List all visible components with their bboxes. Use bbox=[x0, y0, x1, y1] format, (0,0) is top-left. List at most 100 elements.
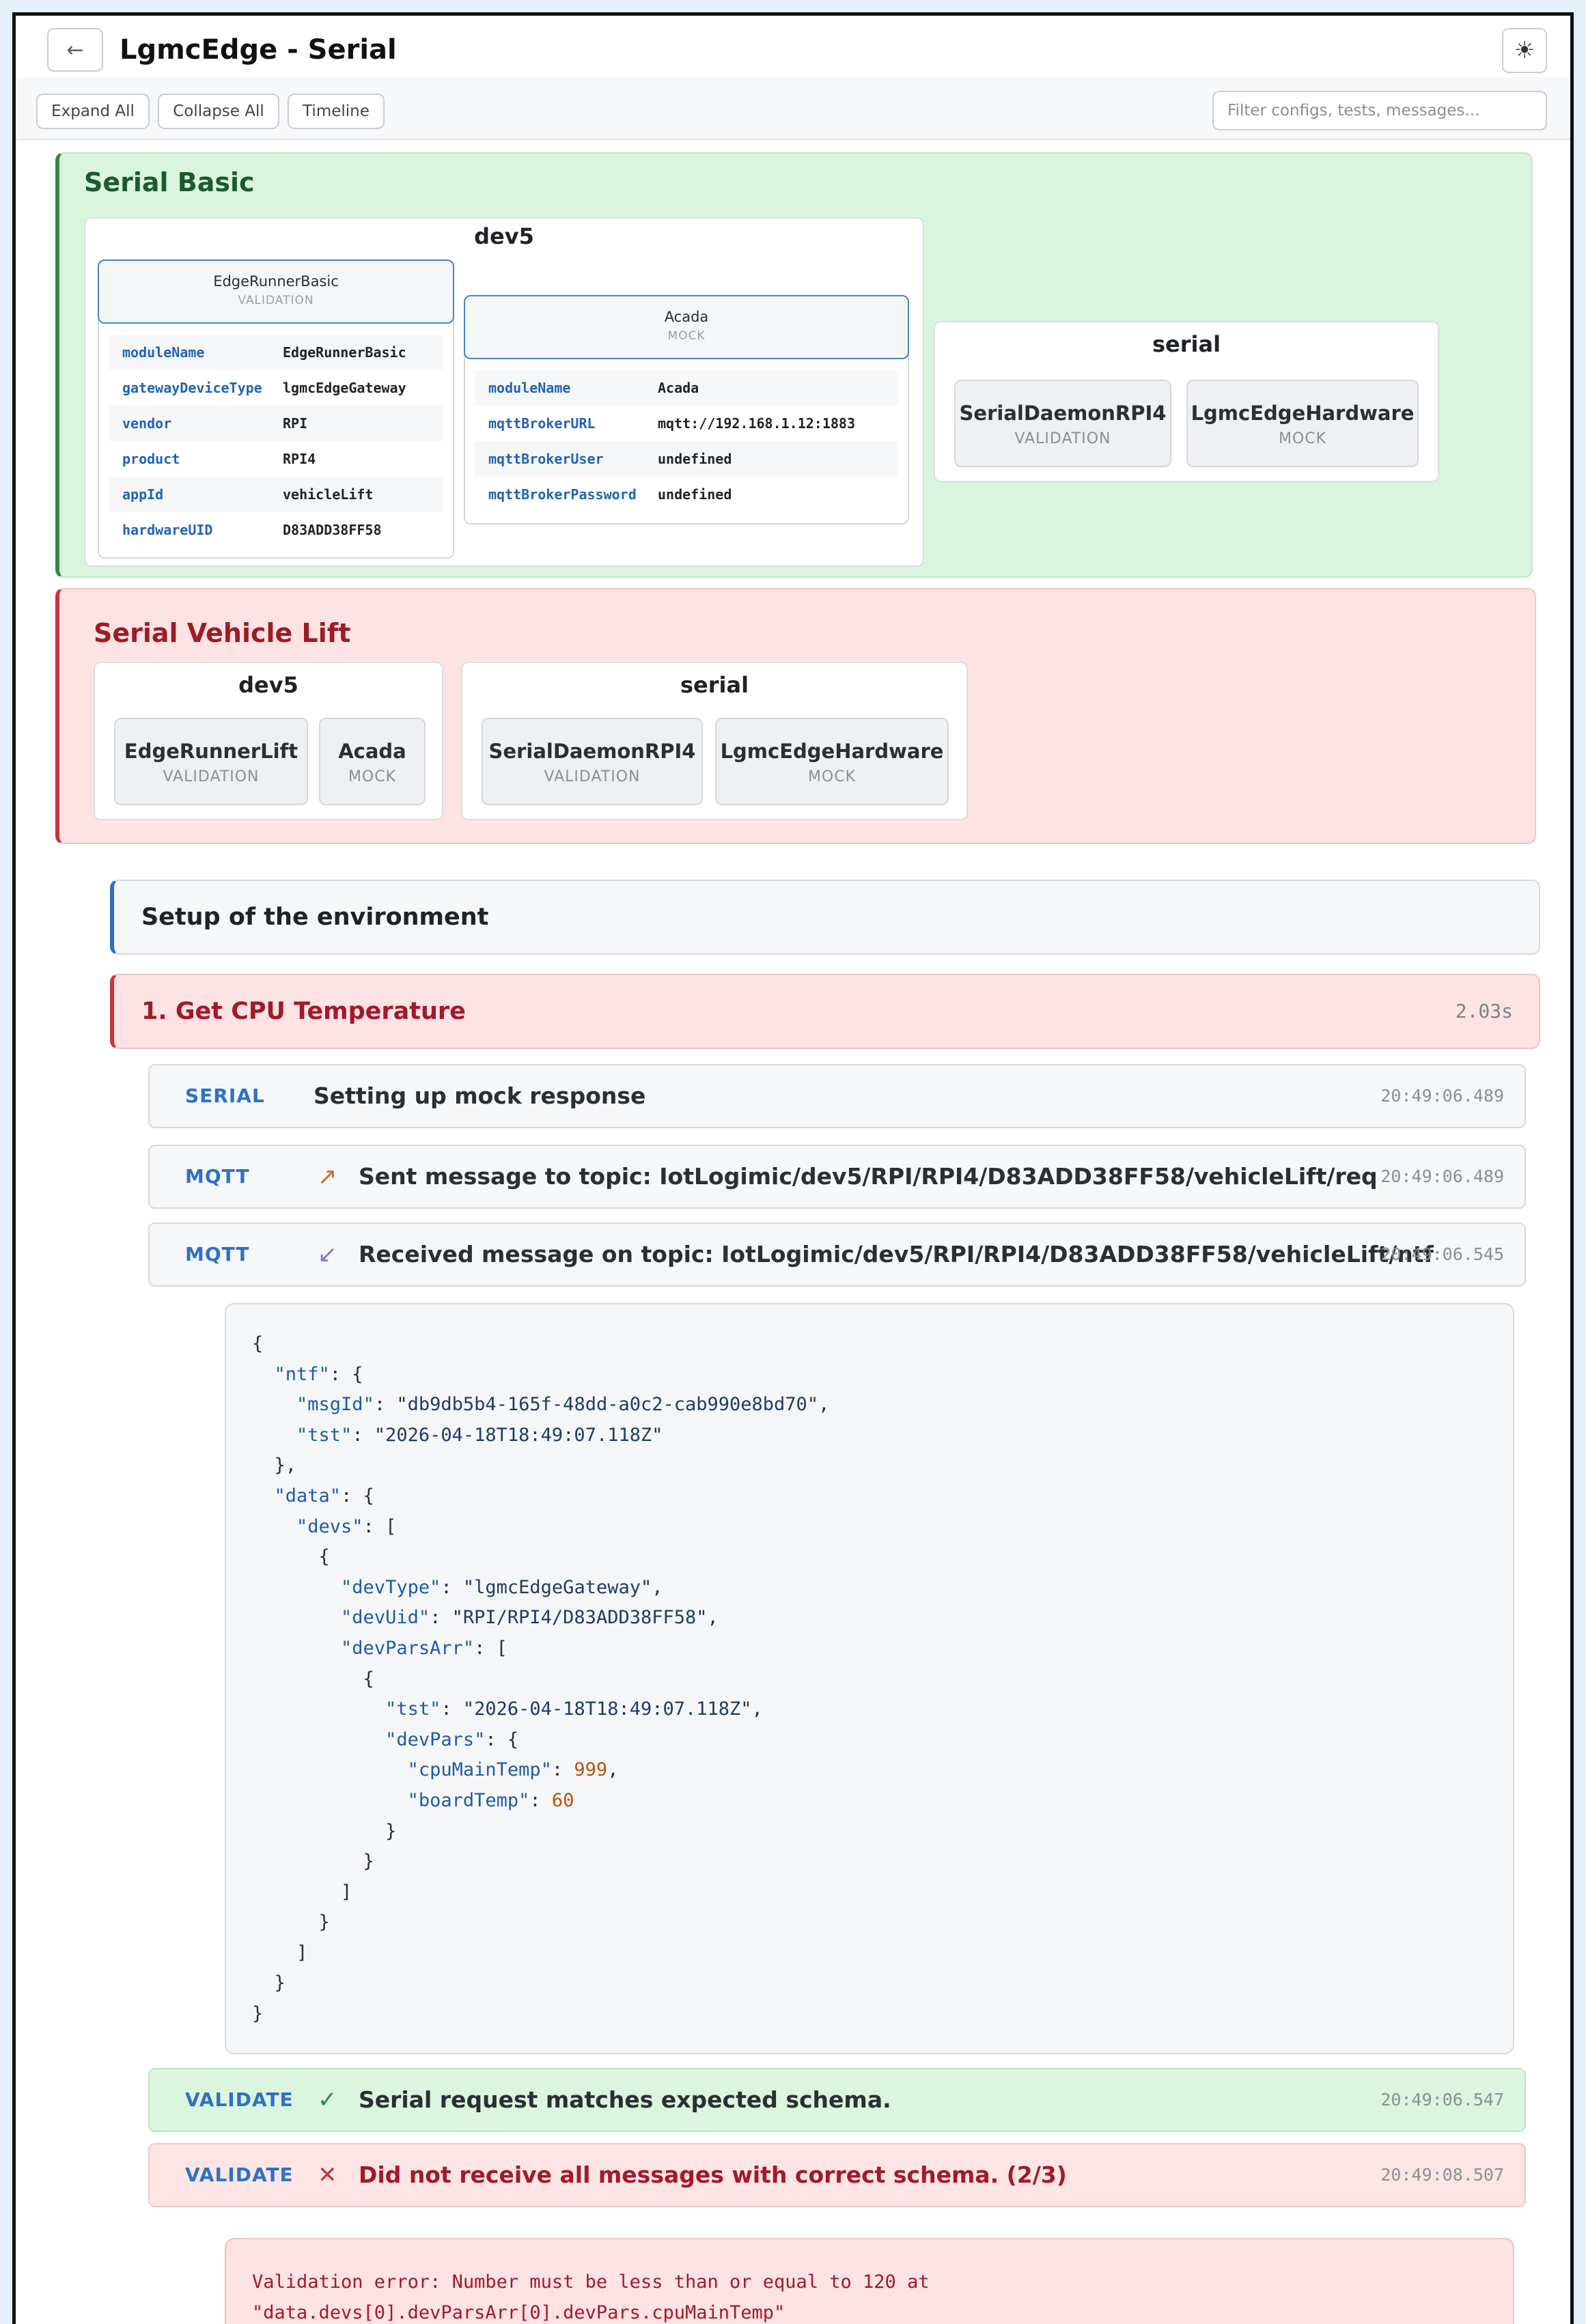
app-window: ← LgmcEdge - Serial ☀ Expand All Collaps… bbox=[12, 12, 1574, 2324]
config-row: mqttBrokerURL mqtt://192.168.1.12:1883 bbox=[475, 406, 898, 441]
device-card-dev5: dev5 EdgeRunnerBasic VALIDATION moduleNa… bbox=[84, 217, 924, 567]
module-type: MOCK bbox=[348, 768, 397, 785]
module-type: MOCK bbox=[1278, 430, 1327, 447]
module-name: Acada bbox=[338, 740, 406, 763]
step-text: Setting up mock response bbox=[314, 1082, 646, 1109]
config-row: mqttBrokerUser undefined bbox=[475, 441, 898, 477]
step-tag: MQTT bbox=[185, 1165, 250, 1188]
step-text: Did not receive all messages with correc… bbox=[359, 2161, 1067, 2188]
step-tag: SERIAL bbox=[185, 1084, 265, 1107]
config-name: EdgeRunnerBasic bbox=[213, 273, 339, 290]
device-label: dev5 bbox=[238, 672, 298, 698]
config-value: RPI4 bbox=[283, 451, 316, 467]
step-mqtt-received[interactable]: MQTT ↙ Received message on topic: IotLog… bbox=[148, 1222, 1526, 1287]
step-tag: VALIDATE bbox=[185, 2088, 294, 2111]
config-row: product RPI4 bbox=[109, 441, 443, 477]
config-key: mqttBrokerUser bbox=[488, 451, 604, 467]
section-serial-vehicle-lift[interactable]: Serial Vehicle Lift dev5 EdgeRunnerLift … bbox=[55, 588, 1536, 844]
payload-pars-tst: 2026-04-18T18:49:07.118Z bbox=[474, 1698, 741, 1720]
toolbar: Expand All Collapse All Timeline Filter … bbox=[16, 77, 1570, 140]
config-card-edgerunnerbasic[interactable]: EdgeRunnerBasic VALIDATION moduleName Edg… bbox=[98, 260, 454, 559]
module-lgmcedgehardware[interactable]: LgmcEdgeHardware MOCK bbox=[1186, 380, 1419, 467]
payload-ntf-tst: 2026-04-18T18:49:07.118Z bbox=[385, 1424, 652, 1446]
config-card-acada[interactable]: Acada MOCK moduleName Acada mqttBrokerURL… bbox=[464, 295, 909, 524]
module-name: LgmcEdgeHardware bbox=[1191, 402, 1415, 425]
module-serialdaemonrpi4[interactable]: SerialDaemonRPI4 VALIDATION bbox=[954, 380, 1171, 467]
page-title: LgmcEdge - Serial bbox=[120, 34, 397, 66]
module-name: SerialDaemonRPI4 bbox=[959, 402, 1167, 425]
module-name: EdgeRunnerLift bbox=[124, 740, 298, 763]
arrow-left-icon: ← bbox=[66, 38, 84, 62]
config-header: EdgeRunnerBasic VALIDATION bbox=[98, 260, 454, 324]
config-value: EdgeRunnerBasic bbox=[283, 344, 406, 361]
config-key: mqttBrokerPassword bbox=[488, 486, 637, 503]
payload-devuid: RPI/RPI4/D83ADD38FF58 bbox=[462, 1607, 697, 1629]
config-value: D83ADD38FF58 bbox=[283, 522, 382, 538]
module-type: VALIDATION bbox=[544, 768, 641, 785]
theme-toggle-button[interactable]: ☀ bbox=[1502, 28, 1547, 73]
arrow-up-right-icon: ↗ bbox=[318, 1163, 337, 1190]
config-value: RPI bbox=[283, 415, 308, 432]
config-row: mqttBrokerPassword undefined bbox=[475, 477, 898, 512]
arrow-down-left-icon: ↙ bbox=[318, 1241, 337, 1268]
step-text: Sent message to topic: IotLogimic/dev5/R… bbox=[359, 1163, 1378, 1190]
payload-cpumaintemp: 999 bbox=[574, 1759, 608, 1781]
config-key: vendor bbox=[122, 415, 172, 432]
step-time: 20:49:06.547 bbox=[1380, 2090, 1504, 2110]
config-row: gatewayDeviceType lgmcEdgeGateway bbox=[109, 370, 443, 406]
close-icon: ✕ bbox=[318, 2161, 337, 2189]
config-table: moduleName Acada mqttBrokerURL mqtt://192.… bbox=[475, 370, 898, 512]
step-tag: MQTT bbox=[185, 1243, 250, 1265]
module-serialdaemonrpi4[interactable]: SerialDaemonRPI4 VALIDATION bbox=[482, 718, 703, 805]
filter-input[interactable]: Filter configs, tests, messages... bbox=[1212, 91, 1547, 130]
section-serial-basic[interactable]: Serial Basic dev5 EdgeRunnerBasic VALIDA… bbox=[55, 152, 1533, 578]
module-type: VALIDATION bbox=[163, 768, 260, 785]
module-acada[interactable]: Acada MOCK bbox=[319, 718, 426, 805]
section-title: Serial Vehicle Lift bbox=[94, 618, 351, 648]
config-row: moduleName EdgeRunnerBasic bbox=[109, 335, 443, 370]
config-key: gatewayDeviceType bbox=[122, 380, 262, 396]
test-cpu-temperature[interactable]: 1. Get CPU Temperature 2.03s bbox=[110, 974, 1540, 1049]
config-key: product bbox=[122, 451, 180, 467]
setup-environment-row[interactable]: Setup of the environment bbox=[110, 880, 1540, 955]
test-duration: 2.03s bbox=[1455, 1000, 1513, 1022]
module-type: MOCK bbox=[807, 768, 857, 785]
config-type: VALIDATION bbox=[238, 294, 314, 307]
module-type: VALIDATION bbox=[1014, 430, 1111, 447]
config-value: vehicleLift bbox=[283, 486, 374, 503]
module-lgmcedgehardware[interactable]: LgmcEdgeHardware MOCK bbox=[715, 718, 949, 805]
timeline-button[interactable]: Timeline bbox=[288, 94, 385, 129]
expand-all-button[interactable]: Expand All bbox=[36, 94, 150, 129]
config-header: Acada MOCK bbox=[464, 295, 909, 359]
step-validate-ok[interactable]: VALIDATE ✓ Serial request matches expect… bbox=[148, 2068, 1526, 2132]
step-validate-fail[interactable]: VALIDATE ✕ Did not receive all messages … bbox=[148, 2143, 1526, 2207]
step-serial-mock[interactable]: SERIAL Setting up mock response 20:49:06… bbox=[148, 1064, 1526, 1128]
payload-msgid: db9db5b4-165f-48dd-a0c2-cab990e8bd70 bbox=[407, 1394, 807, 1416]
collapse-all-button[interactable]: Collapse All bbox=[158, 94, 279, 129]
config-row: moduleName Acada bbox=[475, 370, 898, 406]
device-label: dev5 bbox=[474, 223, 534, 249]
config-table: moduleName EdgeRunnerBasic gatewayDeviceT… bbox=[109, 335, 443, 548]
module-name: LgmcEdgeHardware bbox=[720, 740, 944, 763]
back-button[interactable]: ← bbox=[47, 28, 103, 72]
device-card-serial: serial SerialDaemonRPI4 VALIDATION LgmcE… bbox=[461, 662, 968, 820]
device-card-serial: serial SerialDaemonRPI4 VALIDATION LgmcE… bbox=[934, 321, 1439, 482]
config-row: vendor RPI bbox=[109, 406, 443, 441]
step-time: 20:49:06.545 bbox=[1380, 1244, 1504, 1264]
config-key: moduleName bbox=[122, 344, 205, 361]
message-payload: { "ntf": { "msgId": "db9db5b4-165f-48dd-… bbox=[225, 1303, 1514, 2054]
config-type: MOCK bbox=[667, 329, 706, 343]
device-card-dev5: dev5 EdgeRunnerLift VALIDATION Acada MOC… bbox=[94, 662, 443, 820]
step-time: 20:49:06.489 bbox=[1380, 1166, 1504, 1186]
config-value: undefined bbox=[658, 451, 732, 467]
header: ← LgmcEdge - Serial ☀ bbox=[16, 16, 1570, 77]
module-edgerunnerlift[interactable]: EdgeRunnerLift VALIDATION bbox=[114, 718, 308, 805]
test-title: 1. Get CPU Temperature bbox=[141, 998, 466, 1025]
device-label: serial bbox=[1152, 331, 1221, 357]
step-mqtt-sent[interactable]: MQTT ↗ Sent message to topic: IotLogimic… bbox=[148, 1145, 1526, 1209]
step-time: 20:49:08.507 bbox=[1380, 2165, 1504, 2185]
config-row: appId vehicleLift bbox=[109, 477, 443, 512]
sun-icon: ☀ bbox=[1514, 37, 1535, 64]
device-label: serial bbox=[680, 672, 749, 698]
config-name: Acada bbox=[664, 309, 709, 325]
